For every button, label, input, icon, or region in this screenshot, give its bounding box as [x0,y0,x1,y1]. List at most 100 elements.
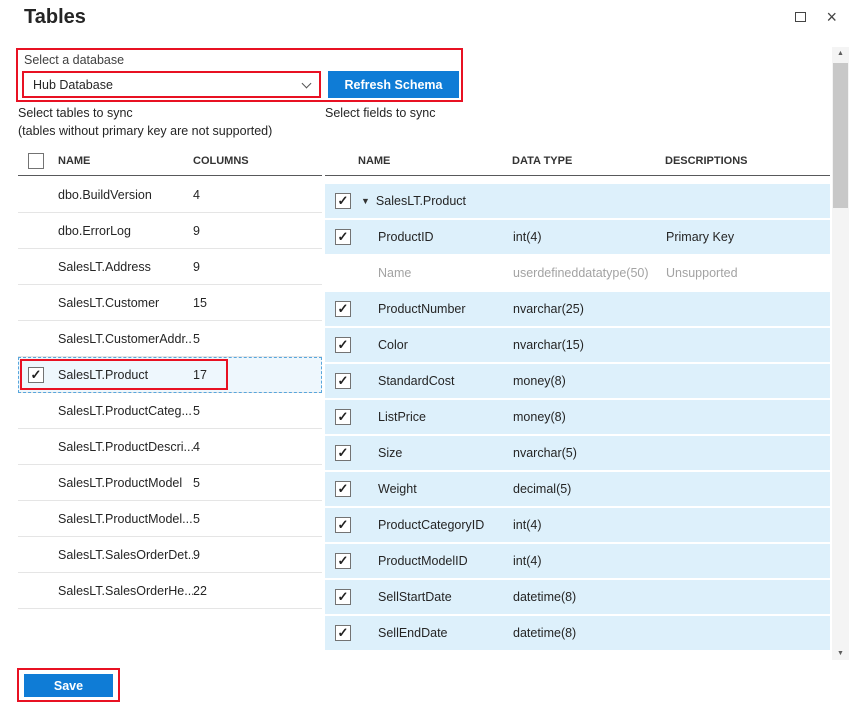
field-data-type: int(4) [513,554,666,568]
table-columns: 9 [193,260,200,274]
row-checkbox[interactable]: ✓ [28,367,44,383]
table-row[interactable]: SalesLT.SalesOrderHe...22 [18,573,322,609]
field-row[interactable]: ✓ProductIDint(4)Primary Key [325,220,830,254]
table-name: dbo.BuildVersion [58,188,193,202]
column-header-data-type: DATA TYPE [512,155,665,167]
field-row[interactable]: ✓▼SalesLT.Product [325,184,830,218]
scroll-up-icon[interactable]: ▲ [832,50,849,57]
field-row[interactable]: ✓ProductNumbernvarchar(25) [325,292,830,326]
save-button[interactable]: Save [24,674,113,697]
field-checkbox[interactable]: ✓ [335,337,351,353]
field-description: Unsupported [666,266,830,280]
field-checkbox[interactable]: ✓ [335,301,351,317]
scroll-down-icon[interactable]: ▼ [832,650,849,657]
field-name-text: Size [378,446,402,460]
field-row[interactable]: Nameuserdefineddatatype(50)Unsupported [325,256,830,290]
database-label: Select a database [24,53,124,67]
field-name-text: ProductModelID [378,554,468,568]
table-row[interactable]: SalesLT.ProductModel...5 [18,501,322,537]
field-name[interactable]: ▼SalesLT.Product [351,194,513,208]
field-data-type: decimal(5) [513,482,666,496]
field-description: Primary Key [666,230,830,244]
field-data-type: int(4) [513,230,666,244]
field-name: SellStartDate [351,590,513,604]
field-checkbox[interactable]: ✓ [335,517,351,533]
field-checkbox[interactable]: ✓ [335,625,351,641]
field-checkbox[interactable]: ✓ [335,193,351,209]
scrollbar-thumb[interactable] [833,63,848,208]
select-all-checkbox[interactable] [28,153,44,169]
field-name: ProductNumber [351,302,513,316]
fields-heading: Select fields to sync [325,106,435,120]
table-columns: 9 [193,548,200,562]
field-row[interactable]: ✓ Size nvarchar(5) [325,436,830,470]
field-checkbox[interactable]: ✓ [335,373,351,389]
table-name: SalesLT.SalesOrderDet... [58,548,193,562]
column-header-field-name: NAME [358,155,512,167]
page-title: Tables [24,6,86,29]
field-row[interactable]: ✓ProductCategoryIDint(4) [325,508,830,542]
close-icon[interactable]: × [826,10,837,24]
tables-subheading: (tables without primary key are not supp… [18,124,272,138]
field-row[interactable]: ✓SellStartDatedatetime(8) [325,580,830,614]
field-checkbox[interactable]: ✓ [335,445,351,461]
field-name-text: Name [378,266,411,280]
table-row[interactable]: SalesLT.ProductCateg...5 [18,393,322,429]
field-data-type: datetime(8) [513,626,666,640]
field-row[interactable]: ✓ Weight decimal(5) [325,472,830,506]
field-data-type: nvarchar(5) [513,446,666,460]
table-row[interactable]: SalesLT.Address9 [18,249,322,285]
tables-header-row: NAME COLUMNS [18,146,322,176]
field-row[interactable]: ✓ ListPrice money(8) [325,400,830,434]
field-checkbox[interactable]: ✓ [335,481,351,497]
scrollbar[interactable]: ▲ ▼ [832,47,849,660]
table-row[interactable]: SalesLT.Customer15 [18,285,322,321]
table-columns: 5 [193,404,200,418]
field-name-text: Weight [378,482,417,496]
table-name: SalesLT.Product [58,368,193,382]
field-data-type: nvarchar(15) [513,338,666,352]
fields-list: ✓▼SalesLT.Product✓ProductIDint(4)Primary… [325,184,830,652]
table-columns: 4 [193,188,200,202]
field-row[interactable]: ✓StandardCostmoney(8) [325,364,830,398]
field-name-text: StandardCost [378,374,454,388]
field-checkbox[interactable]: ✓ [335,553,351,569]
refresh-schema-button[interactable]: Refresh Schema [328,71,459,98]
field-row[interactable]: ✓ Color nvarchar(15) [325,328,830,362]
field-name: ProductModelID [351,554,513,568]
fields-header-row: NAME DATA TYPE DESCRIPTIONS [325,146,830,176]
table-name: SalesLT.Customer [58,296,193,310]
database-dropdown-value: Hub Database [33,78,113,92]
field-checkbox[interactable]: ✓ [335,589,351,605]
window-controls: × [795,10,837,24]
field-name: StandardCost [351,374,513,388]
tables-heading: Select tables to sync [18,106,133,120]
table-name: SalesLT.ProductModel [58,476,193,490]
table-row[interactable]: SalesLT.ProductModel5 [18,465,322,501]
field-name-text: ListPrice [378,410,426,424]
field-row[interactable]: ✓ ProductModelID int(4) [325,544,830,578]
tables-list: dbo.BuildVersion4dbo.ErrorLog9SalesLT.Ad… [18,177,322,609]
table-name: SalesLT.ProductCateg... [58,404,193,418]
field-name-text: Color [378,338,408,352]
field-data-type: money(8) [513,410,666,424]
restore-window-icon[interactable] [795,12,806,22]
table-row[interactable]: SalesLT.ProductDescri...4 [18,429,322,465]
table-row[interactable]: dbo.BuildVersion4 [18,177,322,213]
table-name: SalesLT.CustomerAddr... [58,332,193,346]
field-name: ProductID [351,230,513,244]
table-columns: 9 [193,224,200,238]
table-row[interactable]: dbo.ErrorLog9 [18,213,322,249]
table-name: SalesLT.ProductModel... [58,512,193,526]
table-row[interactable]: SalesLT.SalesOrderDet...9 [18,537,322,573]
database-dropdown[interactable]: Hub Database [22,71,321,98]
table-row[interactable]: ✓ SalesLT.Product17 [18,357,322,393]
field-name: ProductCategoryID [351,518,513,532]
collapse-caret-icon[interactable]: ▼ [361,196,370,206]
field-row[interactable]: ✓SellEndDatedatetime(8) [325,616,830,650]
table-row[interactable]: SalesLT.CustomerAddr...5 [18,321,322,357]
table-columns: 17 [193,368,207,382]
field-checkbox[interactable]: ✓ [335,409,351,425]
field-checkbox[interactable]: ✓ [335,229,351,245]
table-name: SalesLT.SalesOrderHe... [58,584,193,598]
